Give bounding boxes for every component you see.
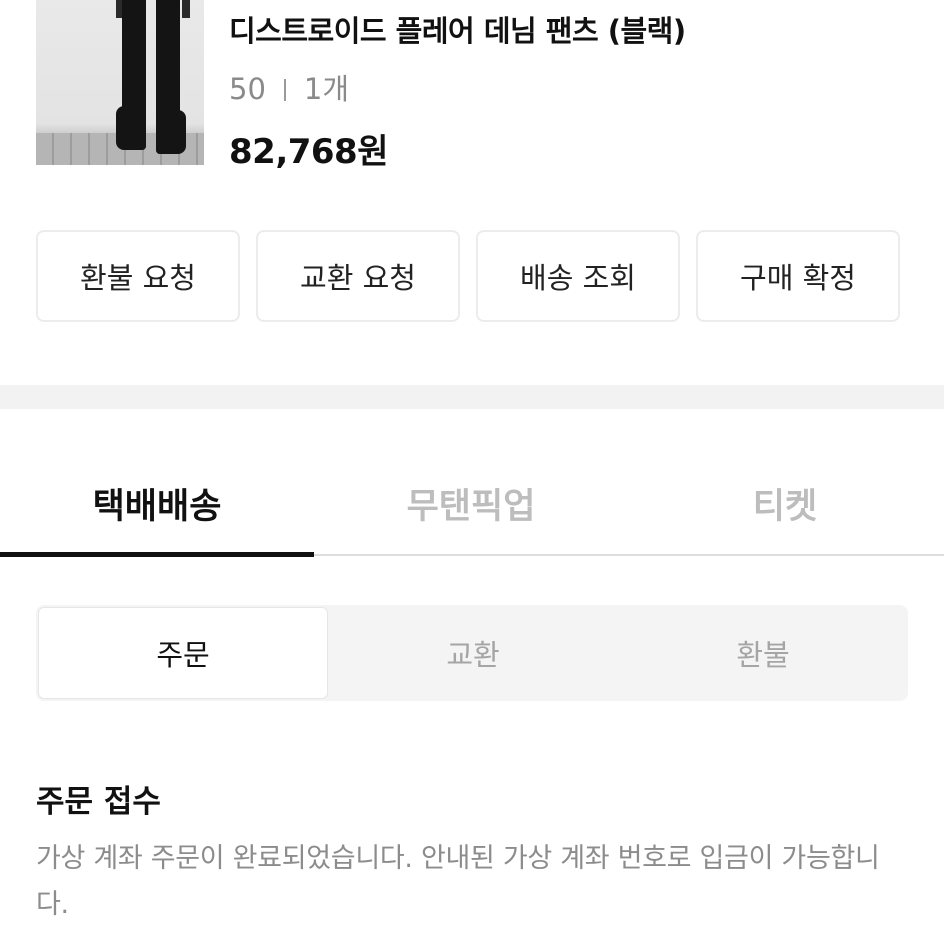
segment-refund[interactable]: 환불 — [618, 605, 908, 701]
order-status-title: 주문 접수 — [36, 784, 161, 820]
thumbnail-pants-leg — [156, 0, 186, 154]
section-divider — [0, 385, 944, 409]
product-quantity: 1개 — [303, 72, 350, 106]
tab-active-indicator — [0, 552, 314, 557]
product-name[interactable]: 디스트로이드 플레어 데님 팬츠 (블랙) — [229, 8, 686, 50]
tab-ticket[interactable]: 티켓 — [628, 458, 942, 556]
option-separator — [283, 79, 286, 101]
confirm-purchase-button[interactable]: 구매 확정 — [696, 230, 900, 322]
tab-store-pickup[interactable]: 무탠픽업 — [314, 458, 628, 556]
product-size: 50 — [229, 72, 266, 106]
tab-parcel-delivery[interactable]: 택배배송 — [0, 458, 314, 556]
delivery-tabs: 택배배송 무탠픽업 티켓 — [0, 458, 944, 558]
refund-request-button[interactable]: 환불 요청 — [36, 230, 240, 322]
thumbnail-hand — [182, 0, 190, 18]
segment-exchange[interactable]: 교환 — [328, 605, 618, 701]
order-type-segmented-control: 주문 교환 환불 — [36, 605, 908, 701]
track-delivery-button[interactable]: 배송 조회 — [476, 230, 680, 322]
exchange-request-button[interactable]: 교환 요청 — [256, 230, 460, 322]
product-option: 50 1개 — [229, 66, 349, 108]
segment-order[interactable]: 주문 — [38, 607, 328, 699]
order-action-buttons: 환불 요청 교환 요청 배송 조회 구매 확정 — [36, 230, 900, 322]
order-status-description: 가상 계좌 주문이 완료되었습니다. 안내된 가상 계좌 번호로 입금이 가능합… — [36, 843, 880, 920]
thumbnail-pants-leg — [116, 0, 146, 150]
product-thumbnail[interactable] — [36, 0, 204, 165]
product-price: 82,768원 — [229, 132, 388, 172]
